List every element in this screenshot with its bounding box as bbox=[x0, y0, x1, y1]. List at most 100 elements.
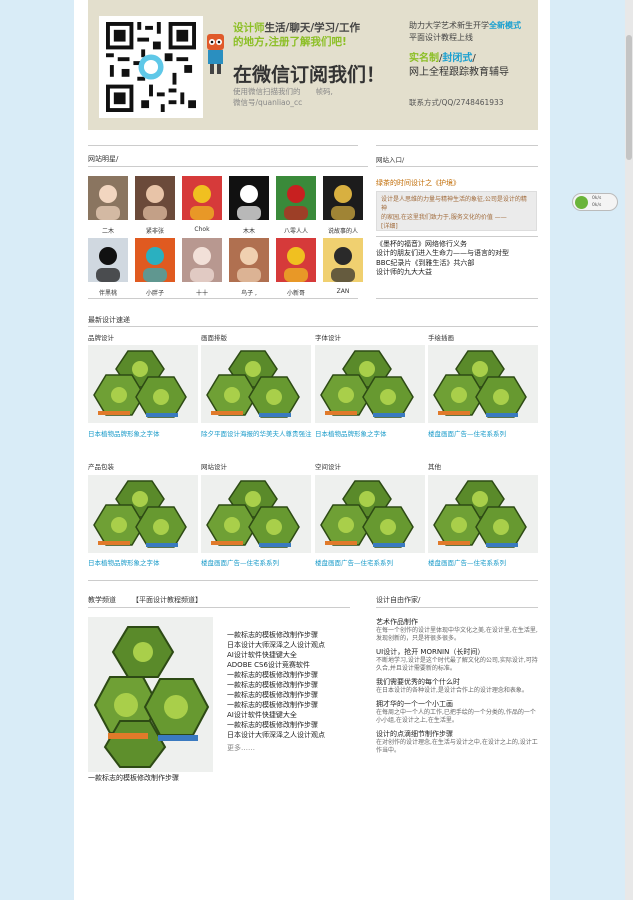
video-caption[interactable]: 一款标志的模板修改制作步骤 bbox=[88, 774, 179, 783]
video-item[interactable]: 一款标志的模板修改制作步骤 bbox=[227, 630, 325, 640]
promo-closed: 封闭式 bbox=[442, 53, 473, 64]
article-item[interactable]: 拥才华的一个一个小工画 在每周之中一个人的工作,已把手绘的一个分类的,作品的一个小… bbox=[376, 699, 538, 725]
news-summary-line2: 的家园,在这里我们致力于,服务文化的价值 —— bbox=[381, 214, 507, 221]
avatar-username[interactable]: 紧非张 bbox=[130, 226, 180, 235]
avatar[interactable] bbox=[182, 176, 222, 220]
avatar-username[interactable]: 八零人人 bbox=[271, 226, 321, 235]
video-item[interactable]: 一款标志的模板修改制作步骤 bbox=[227, 700, 325, 710]
qr-code[interactable] bbox=[99, 16, 203, 118]
avatar[interactable] bbox=[323, 176, 363, 220]
promo-real-name: 实名制 bbox=[409, 53, 439, 64]
avatar[interactable] bbox=[135, 176, 175, 220]
design-thumbnail[interactable] bbox=[315, 475, 425, 553]
design-caption[interactable]: 楼盘画面广告—住宅系系列 bbox=[428, 430, 540, 439]
video-item[interactable]: 一款标志的模板修改制作步骤 bbox=[227, 690, 325, 700]
design-caption[interactable]: 楼盘画面广告—住宅系系列 bbox=[201, 559, 313, 568]
avatar[interactable] bbox=[276, 176, 316, 220]
category-label[interactable]: 品牌设计 bbox=[88, 332, 114, 342]
news-detail-link[interactable]: [详细] bbox=[381, 222, 532, 231]
avatar-username[interactable]: 伴黑桃 bbox=[83, 288, 133, 297]
avatar-username[interactable]: Chok bbox=[177, 226, 227, 233]
news-section-title: 网站入口/ bbox=[376, 156, 405, 164]
scrollbar-thumb[interactable] bbox=[626, 35, 632, 160]
qr-code-icon bbox=[106, 22, 196, 112]
design-caption[interactable]: 日本植物品牌形象之字体 bbox=[88, 430, 200, 439]
article-title: 设计的点滴细节制作步骤 bbox=[376, 730, 453, 738]
avatar[interactable] bbox=[135, 238, 175, 282]
vertical-scrollbar[interactable] bbox=[625, 0, 633, 900]
avatar[interactable] bbox=[276, 238, 316, 282]
news-item[interactable]: 《墨杯的福音》网络修行义务 bbox=[376, 240, 509, 249]
avatar[interactable] bbox=[323, 238, 363, 282]
news-item[interactable]: 设计师的九大大益 bbox=[376, 268, 509, 277]
avatar-username[interactable]: 二木 bbox=[83, 226, 133, 235]
design-caption[interactable]: 除夕平面设计海报的华美夫人尊贵强注 bbox=[201, 430, 313, 439]
video-item[interactable]: AI设计软件快捷键大全 bbox=[227, 650, 325, 660]
avatar-username[interactable]: 说故事的人 bbox=[318, 226, 368, 235]
wechat-id-text: 使用微信扫描我们的 帧码, 微信号/quanliao_cc bbox=[233, 86, 333, 108]
avatar-username[interactable]: 木木 bbox=[224, 226, 274, 235]
news-item[interactable]: 设计的朋友们进入生命力——与语言的对型 bbox=[376, 249, 509, 258]
contact-qq[interactable]: 联系方式/QQ/2748461933 bbox=[409, 97, 504, 108]
design-caption[interactable]: 楼盘画面广告—住宅系系列 bbox=[315, 559, 427, 568]
video-thumbnail[interactable] bbox=[88, 617, 213, 772]
design-caption[interactable]: 日本植物品牌形象之字体 bbox=[315, 430, 427, 439]
promo-tracking: 网上全程跟踪教育辅导 bbox=[409, 67, 509, 78]
design-thumbnail[interactable] bbox=[428, 475, 538, 553]
video-section-tag[interactable]: 【平面设计教程频道】 bbox=[132, 595, 202, 605]
promo-line2: 平面设计教程上线 bbox=[409, 33, 473, 42]
article-item[interactable]: 我们需要优秀的每个什么时 在日本设计的各种设计,是设计合作上的设计理念和表象。 bbox=[376, 677, 538, 695]
design-thumbnail[interactable] bbox=[88, 345, 198, 423]
design-thumbnail[interactable] bbox=[201, 345, 311, 423]
category-label[interactable]: 其他 bbox=[428, 461, 441, 471]
news-item[interactable]: BBC纪录片《到雅生活》共六部 bbox=[376, 259, 509, 268]
avatar-username[interactable]: ZAN bbox=[318, 288, 368, 295]
article-item[interactable]: 艺术作品制作 在每一个创作的设计里体现中华文化之美,在设计里,在生活里,发现创新的… bbox=[376, 617, 538, 643]
latest-section-title: 最新设计速递 bbox=[88, 316, 130, 324]
design-caption[interactable]: 楼盘画面广告—住宅系系列 bbox=[428, 559, 540, 568]
avatar[interactable] bbox=[88, 176, 128, 220]
category-label[interactable]: 画面排版 bbox=[201, 332, 227, 342]
video-item[interactable]: 一款标志的模板修改制作步骤 bbox=[227, 670, 325, 680]
design-thumbnail[interactable] bbox=[315, 345, 425, 423]
design-thumbnail[interactable] bbox=[88, 475, 198, 553]
article-title: 我们需要优秀的每个什么时 bbox=[376, 678, 460, 686]
divider bbox=[88, 166, 368, 167]
avatar[interactable] bbox=[88, 238, 128, 282]
video-item[interactable]: 日本设计大师深泽之人设计观点 bbox=[227, 640, 325, 650]
category-label[interactable]: 网站设计 bbox=[201, 461, 227, 471]
divider bbox=[88, 145, 358, 146]
category-label[interactable]: 产品包装 bbox=[88, 461, 114, 471]
avatar-username[interactable]: 小胖子 bbox=[130, 288, 180, 297]
avatar-username[interactable]: 十十 bbox=[177, 288, 227, 297]
avatar[interactable] bbox=[229, 176, 269, 220]
speed-widget[interactable]: 0k/s 0k/s bbox=[572, 193, 618, 211]
video-item[interactable]: 日本设计大师深泽之人设计观点 bbox=[227, 730, 325, 740]
article-item[interactable]: 设计的点滴细节制作步骤 在对创作的设计理念,在生活与设计之中,在设计之上的,设计工… bbox=[376, 729, 538, 755]
network-status-icon bbox=[575, 196, 588, 209]
design-thumbnail[interactable] bbox=[428, 345, 538, 423]
video-item[interactable]: AI设计软件快捷键大全 bbox=[227, 710, 325, 720]
video-item[interactable]: ADOBE CS6设计竞赛软件 bbox=[227, 660, 325, 670]
avatar-username[interactable]: 鸟子 , bbox=[224, 288, 274, 297]
article-item[interactable]: UI设计，抢开 MORNIN（长时间） 不断地学习,设计是这个时代最了解文化的公司… bbox=[376, 647, 538, 673]
article-desc: 在每周之中一个人的工作,已把手绘的一个分类的,作品的一个小小组,在设计之上,在生… bbox=[376, 709, 536, 724]
divider bbox=[376, 145, 538, 146]
more-link[interactable]: 更多…… bbox=[227, 743, 325, 753]
avatar-username[interactable]: 小新哥 bbox=[271, 288, 321, 297]
video-item[interactable]: 一款标志的模板修改制作步骤 bbox=[227, 680, 325, 690]
avatar[interactable] bbox=[229, 238, 269, 282]
promo-line1: 助力大学艺术新生开学 bbox=[409, 21, 489, 30]
divider bbox=[88, 298, 358, 299]
category-label[interactable]: 字体设计 bbox=[315, 332, 341, 342]
divider bbox=[376, 298, 538, 299]
avatar[interactable] bbox=[182, 238, 222, 282]
design-caption[interactable]: 日本植物品牌形象之字体 bbox=[88, 559, 200, 568]
category-label[interactable]: 空间设计 bbox=[315, 461, 341, 471]
category-label[interactable]: 手绘插画 bbox=[428, 332, 454, 342]
video-item[interactable]: 一款标志的模板修改制作步骤 bbox=[227, 720, 325, 730]
design-thumbnail[interactable] bbox=[201, 475, 311, 553]
upload-speed: 0k/s bbox=[592, 196, 602, 201]
tagline-part2: 生活/聊天/学习/工作 bbox=[264, 22, 361, 34]
news-headline[interactable]: 绿茶的时间设计之《护境》 bbox=[376, 178, 460, 188]
